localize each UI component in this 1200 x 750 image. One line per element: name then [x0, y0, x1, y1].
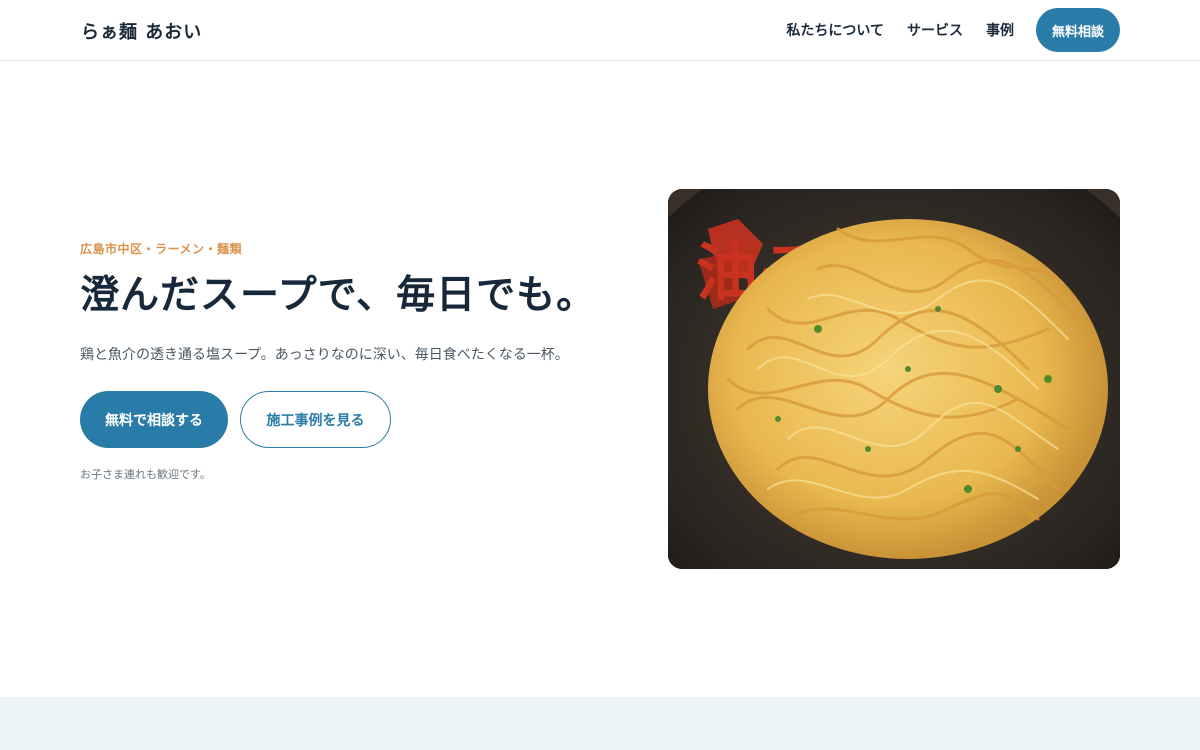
main-nav: 私たちについて サービス 事例 無料相談 [786, 8, 1120, 52]
nav-item-about[interactable]: 私たちについて [786, 20, 884, 40]
hero-buttons: 無料で相談する 施工事例を見る [80, 391, 620, 448]
next-section-band [0, 697, 1200, 750]
site-logo[interactable]: らぁ麺 あおい [81, 18, 202, 44]
consult-button[interactable]: 無料で相談する [80, 391, 228, 448]
nav-item-cases[interactable]: 事例 [986, 20, 1014, 40]
site-header: らぁ麺 あおい 私たちについて サービス 事例 無料相談 [0, 0, 1200, 61]
hero-eyebrow: 広島市中区・ラーメン・麺類 [80, 242, 243, 256]
ramen-bowl-illustration: 油そば [668, 189, 1120, 569]
ramen-photo: 油そば [668, 189, 1120, 569]
hero-note: お子さま連れも歓迎です。 [80, 468, 211, 481]
view-cases-button[interactable]: 施工事例を見る [240, 391, 391, 448]
nav-consult-button[interactable]: 無料相談 [1035, 8, 1120, 52]
nav-item-services[interactable]: サービス [907, 20, 963, 40]
hero-section: 広島市中区・ラーメン・麺類 澄んだスープで、毎日でも。 鶏と魚介の透き通る塩スー… [80, 240, 620, 482]
hero-lead: 鶏と魚介の透き通る塩スープ。あっさりなのに深い、毎日食べたくなる一杯。 [80, 347, 569, 363]
hero-headline: 澄んだスープで、毎日でも。 [80, 273, 597, 318]
